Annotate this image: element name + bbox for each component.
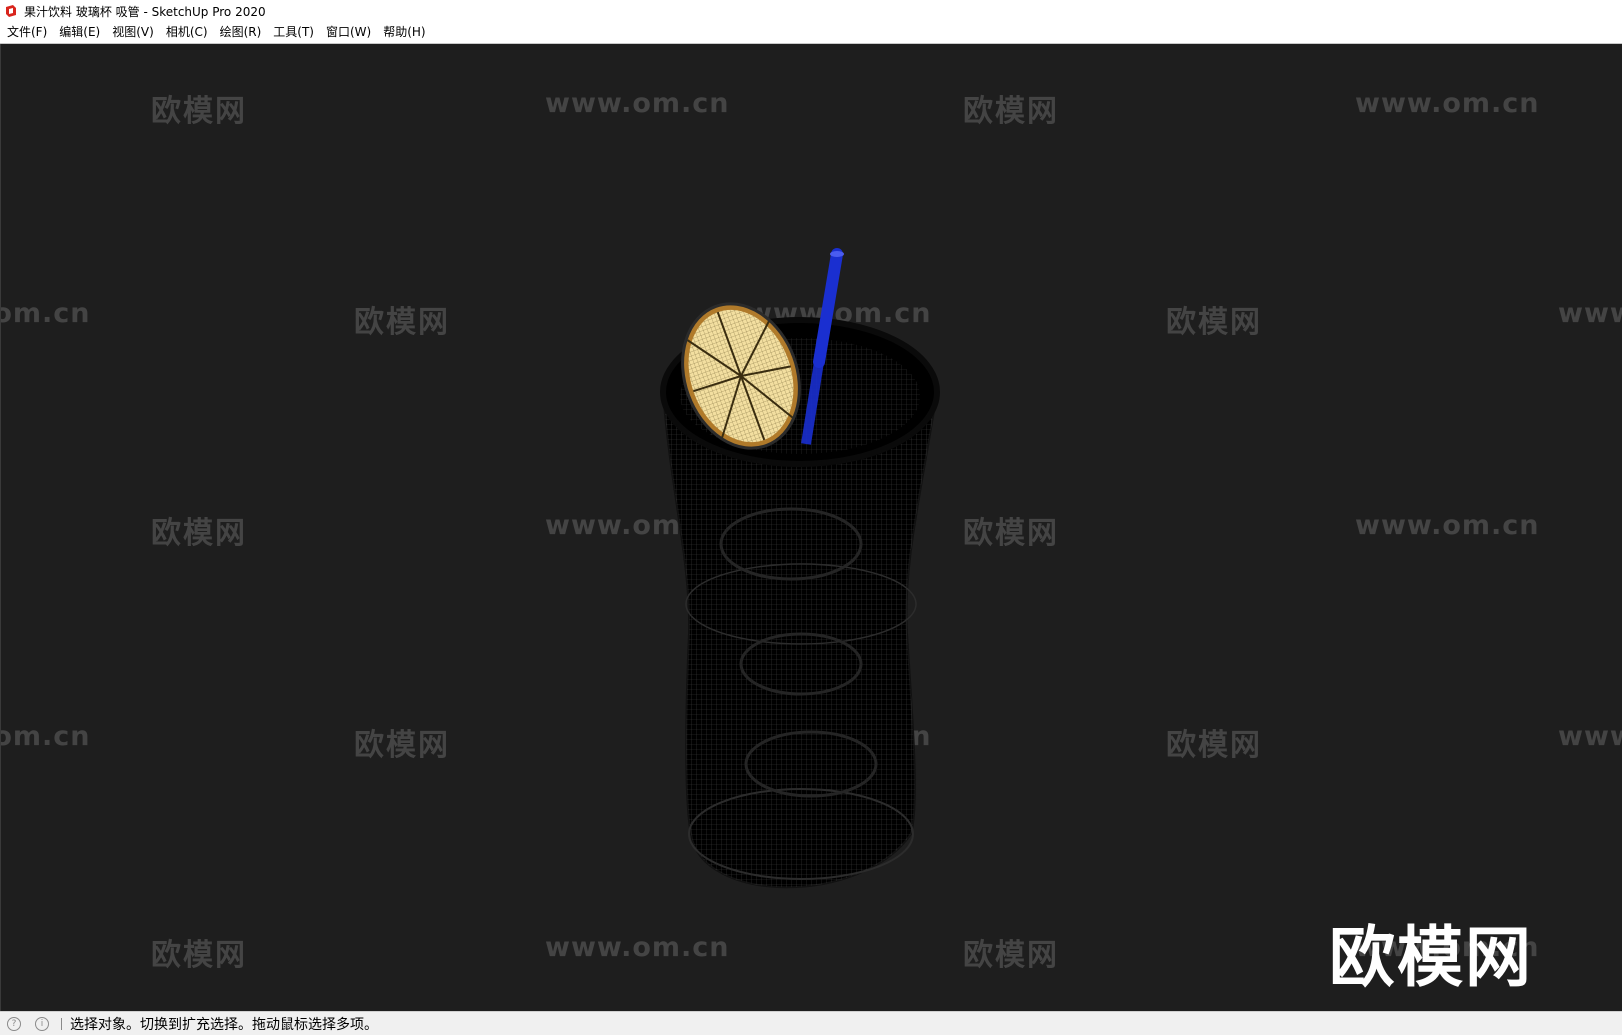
menu-window[interactable]: 窗口(W) [320,23,377,42]
menu-edit[interactable]: 编辑(E) [53,23,106,42]
model-viewport[interactable]: 欧模网 www.om.cn 欧模网 www.om.cn www.om.cn 欧模… [0,44,1622,1011]
menu-camera[interactable]: 相机(C) [160,23,214,42]
menu-view[interactable]: 视图(V) [106,23,160,42]
status-message: 选择对象。切换到扩充选择。拖动鼠标选择多项。 [70,1016,378,1033]
geo-location-icon[interactable]: ? [7,1016,21,1031]
glass-model[interactable] [1,44,1622,1011]
menu-tools[interactable]: 工具(T) [267,23,320,42]
title-bar: 果汁饮料 玻璃杯 吸管 - SketchUp Pro 2020 [0,0,1622,22]
sketchup-icon [4,4,18,18]
window-title: 果汁饮料 玻璃杯 吸管 - SketchUp Pro 2020 [24,4,266,19]
menu-bar: 文件(F) 编辑(E) 视图(V) 相机(C) 绘图(R) 工具(T) 窗口(W… [0,22,1622,44]
status-bar: ? i 选择对象。切换到扩充选择。拖动鼠标选择多项。 [0,1011,1622,1035]
brand-logo: 欧模网 [1329,919,1533,996]
status-divider [61,1017,62,1030]
menu-draw[interactable]: 绘图(R) [214,23,268,42]
info-icon[interactable]: i [35,1016,49,1031]
menu-file[interactable]: 文件(F) [1,23,53,42]
menu-help[interactable]: 帮助(H) [377,23,431,42]
